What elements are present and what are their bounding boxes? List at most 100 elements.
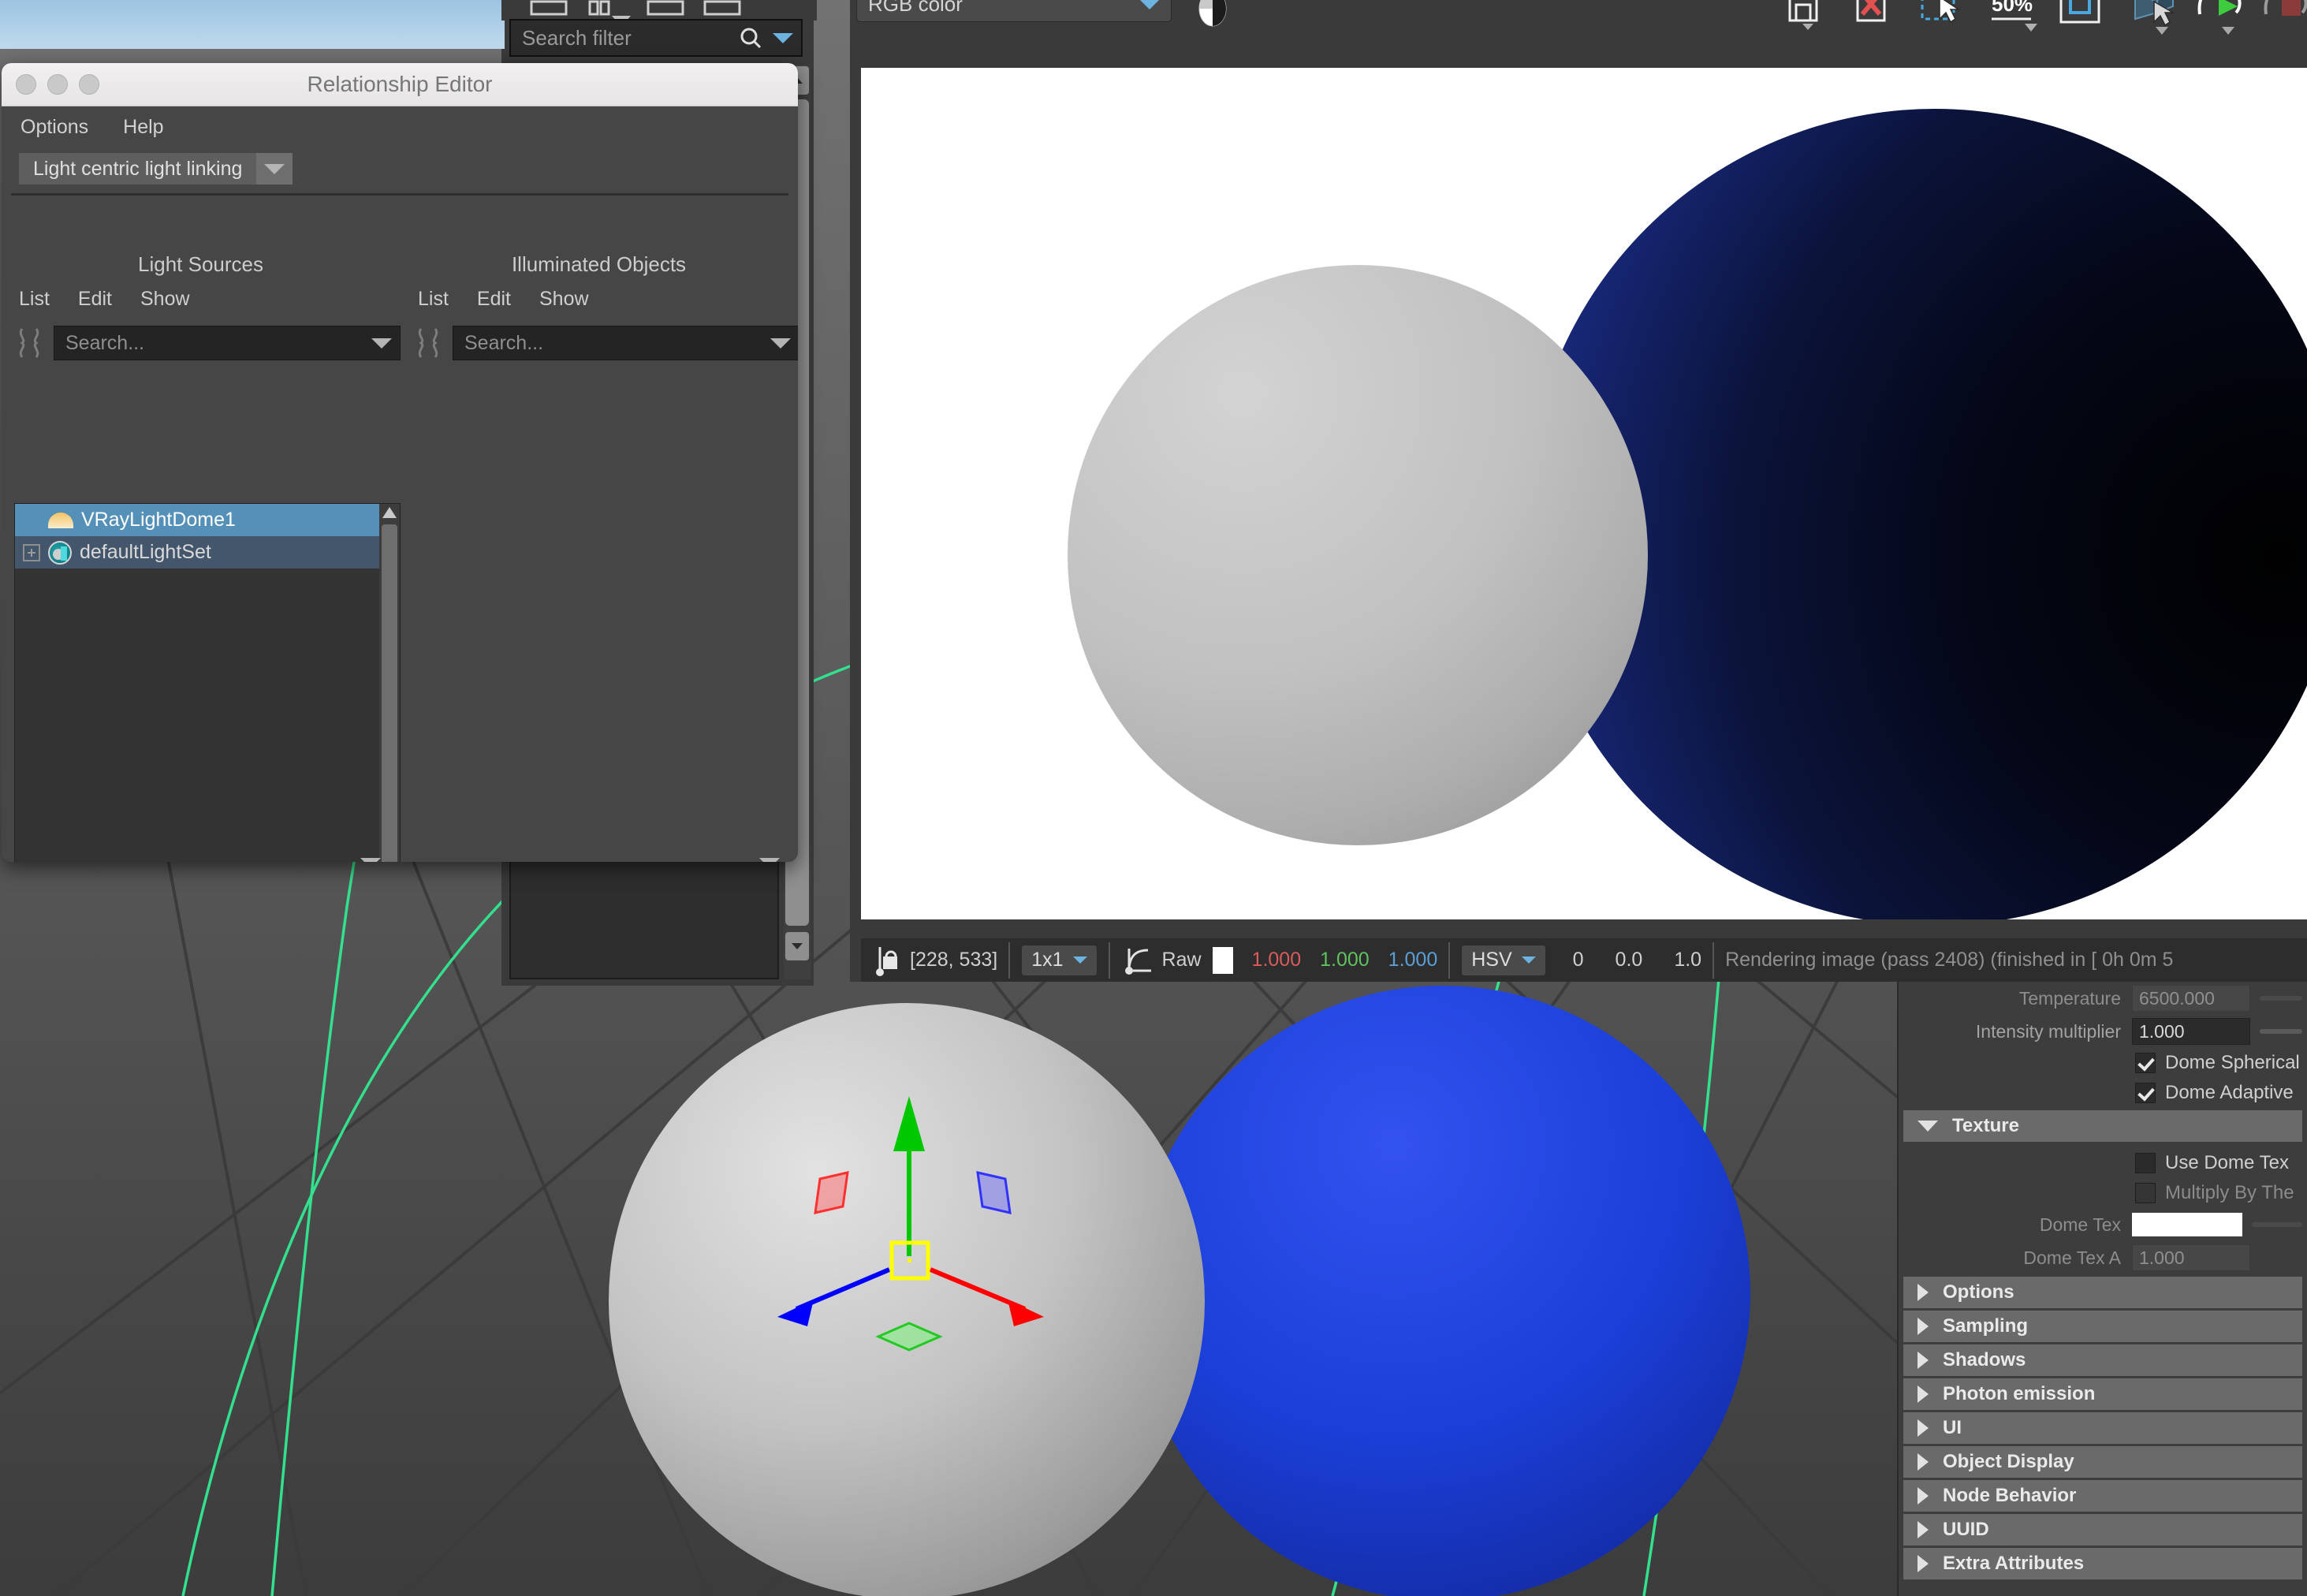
- render-view-panel[interactable]: RGB color 50% [228, 533] 1x1 Raw 1.000 1…: [850, 0, 2307, 982]
- light-sources-list[interactable]: VRayLightDome1 defaultLightSet: [14, 503, 401, 862]
- color-model-dropdown[interactable]: HSV: [1461, 944, 1546, 976]
- section-photon-emission[interactable]: Photon emission: [1903, 1378, 2302, 1410]
- left-search-input[interactable]: Search...: [54, 326, 401, 360]
- left-list-menu-icon[interactable]: [360, 858, 381, 862]
- list-item[interactable]: VRayLightDome1: [15, 504, 379, 536]
- section-ui[interactable]: UI: [1903, 1412, 2302, 1444]
- chevron-right-icon[interactable]: [1918, 1487, 1929, 1505]
- temperature-slider[interactable]: [2260, 996, 2302, 1001]
- right-column-menus[interactable]: List Edit Show: [418, 288, 589, 311]
- ipr-stop-icon: [2264, 0, 2307, 16]
- chevron-right-icon[interactable]: [1918, 1284, 1929, 1301]
- sample-size-dropdown[interactable]: 1x1: [1021, 944, 1098, 976]
- section-options[interactable]: Options: [1903, 1277, 2302, 1308]
- render-region-icon: [2134, 0, 2175, 35]
- right-list-menu-icon[interactable]: [759, 858, 780, 862]
- gamma-curve-icon[interactable]: [1121, 944, 1153, 977]
- color-wheel-icon[interactable]: [1197, 0, 1228, 27]
- search-filter-input[interactable]: Search filter: [509, 19, 803, 57]
- chevron-right-icon[interactable]: [1918, 1521, 1929, 1538]
- attr-checkbox-multiply-by-the[interactable]: Multiply By The: [1899, 1178, 2307, 1208]
- left-filter-toggle-icon[interactable]: [16, 326, 44, 360]
- intensity-multiplier-slider[interactable]: [2260, 1029, 2302, 1034]
- attribute-sections-list[interactable]: Options Sampling Shadows Photon emission UI O…: [1899, 1277, 2307, 1579]
- right-menu-list[interactable]: List: [418, 288, 449, 311]
- chevron-right-icon[interactable]: [1918, 1385, 1929, 1403]
- chevron-right-icon[interactable]: [1918, 1555, 1929, 1572]
- multiply-by-the-label: Multiply By The: [2165, 1182, 2294, 1203]
- raw-label: Raw: [1161, 949, 1202, 971]
- window-minimize-button[interactable]: [47, 74, 68, 95]
- attr-row-dome-tex[interactable]: Dome Tex: [1899, 1208, 2307, 1241]
- section-shadows[interactable]: Shadows: [1903, 1344, 2302, 1376]
- chevron-down-icon[interactable]: [264, 163, 285, 174]
- relationship-editor-window[interactable]: Relationship Editor Options Help Light c…: [2, 63, 798, 862]
- attr-checkbox-use-dome-tex[interactable]: Use Dome Tex: [1899, 1148, 2307, 1178]
- checkbox-dome-spherical[interactable]: [2135, 1053, 2156, 1073]
- window-maximize-button[interactable]: [79, 74, 99, 95]
- mode-dropdown[interactable]: Light centric light linking: [19, 153, 257, 185]
- relationship-editor-menubar[interactable]: Options Help: [2, 106, 798, 147]
- attr-row-dome-tex-a[interactable]: Dome Tex A 1.000: [1899, 1241, 2307, 1274]
- dome-tex-slider[interactable]: [2252, 1222, 2302, 1227]
- temperature-field[interactable]: 6500.000: [2132, 985, 2250, 1012]
- relationship-mode-row[interactable]: Light centric light linking: [2, 147, 798, 190]
- lock-icon[interactable]: [872, 944, 899, 977]
- left-menu-list[interactable]: List: [19, 288, 50, 311]
- chevron-right-icon[interactable]: [1918, 1453, 1929, 1471]
- dome-tex-a-field[interactable]: 1.000: [2132, 1244, 2250, 1271]
- scroll-down-button[interactable]: [785, 932, 809, 960]
- left-menu-show[interactable]: Show: [140, 288, 190, 311]
- render-status-bar[interactable]: [228, 533] 1x1 Raw 1.000 1.000 1.000 HSV: [861, 938, 2307, 982]
- checkbox-use-dome-tex[interactable]: [2135, 1153, 2156, 1173]
- left-menu-edit[interactable]: Edit: [78, 288, 112, 311]
- channel-g: 1.000: [1320, 949, 1370, 971]
- right-column-header: Illuminated Objects: [511, 252, 687, 276]
- right-filter-toggle-icon[interactable]: [415, 326, 443, 360]
- checkbox-dome-adaptive[interactable]: [2135, 1083, 2156, 1103]
- intensity-multiplier-field[interactable]: 1.000: [2132, 1018, 2250, 1045]
- right-search-input[interactable]: Search...: [453, 326, 798, 360]
- section-sampling[interactable]: Sampling: [1903, 1311, 2302, 1342]
- scroll-up-arrow-icon[interactable]: [382, 507, 397, 518]
- render-view-toolbar-icons[interactable]: 50%: [1765, 0, 2307, 38]
- attribute-editor-panel[interactable]: Temperature 6500.000 Intensity multiplie…: [1897, 982, 2307, 1596]
- expander-icon[interactable]: [23, 543, 40, 561]
- magnifier-icon[interactable]: [740, 27, 762, 49]
- checkbox-multiply-by-the[interactable]: [2135, 1183, 2156, 1203]
- render-view-toolbar[interactable]: RGB color 50%: [850, 0, 2307, 57]
- chevron-down-icon[interactable]: [1521, 956, 1536, 964]
- menu-options[interactable]: Options: [20, 116, 88, 139]
- dome-tex-swatch[interactable]: [2132, 1213, 2242, 1236]
- chevron-right-icon[interactable]: [1918, 1318, 1929, 1335]
- list-item[interactable]: defaultLightSet: [15, 536, 379, 569]
- attr-row-intensity-multiplier[interactable]: Intensity multiplier 1.000: [1899, 1015, 2307, 1048]
- section-uuid[interactable]: UUID: [1903, 1514, 2302, 1546]
- chevron-down-icon[interactable]: [773, 32, 793, 43]
- window-close-button[interactable]: [16, 74, 36, 95]
- chevron-down-icon[interactable]: [371, 337, 392, 349]
- menu-help[interactable]: Help: [123, 116, 163, 139]
- chevron-down-icon[interactable]: [1139, 0, 1160, 9]
- relationship-editor-titlebar[interactable]: Relationship Editor: [2, 63, 798, 106]
- left-scroll-thumb[interactable]: [382, 524, 397, 862]
- color-space-dropdown[interactable]: RGB color: [856, 0, 1172, 22]
- right-menu-edit[interactable]: Edit: [477, 288, 511, 311]
- mode-dropdown-arrow[interactable]: [256, 153, 293, 185]
- section-node-behavior[interactable]: Node Behavior: [1903, 1480, 2302, 1512]
- section-extra-attributes[interactable]: Extra Attributes: [1903, 1548, 2302, 1579]
- attr-row-temperature[interactable]: Temperature 6500.000: [1899, 982, 2307, 1015]
- section-texture[interactable]: Texture: [1903, 1110, 2302, 1142]
- chevron-right-icon[interactable]: [1918, 1352, 1929, 1369]
- right-menu-show[interactable]: Show: [539, 288, 589, 311]
- chevron-right-icon[interactable]: [1918, 1419, 1929, 1437]
- left-list-scrollbar[interactable]: [379, 504, 400, 862]
- chevron-down-icon[interactable]: [1072, 956, 1087, 964]
- section-object-display[interactable]: Object Display: [1903, 1446, 2302, 1478]
- chevron-down-icon[interactable]: [1918, 1121, 1938, 1132]
- chevron-down-icon[interactable]: [770, 337, 791, 349]
- left-column-menus[interactable]: List Edit Show: [19, 288, 190, 311]
- attr-checkbox-dome-adaptive[interactable]: Dome Adaptive: [1899, 1078, 2307, 1108]
- render-image-canvas[interactable]: [861, 68, 2307, 919]
- attr-checkbox-dome-spherical[interactable]: Dome Spherical: [1899, 1048, 2307, 1078]
